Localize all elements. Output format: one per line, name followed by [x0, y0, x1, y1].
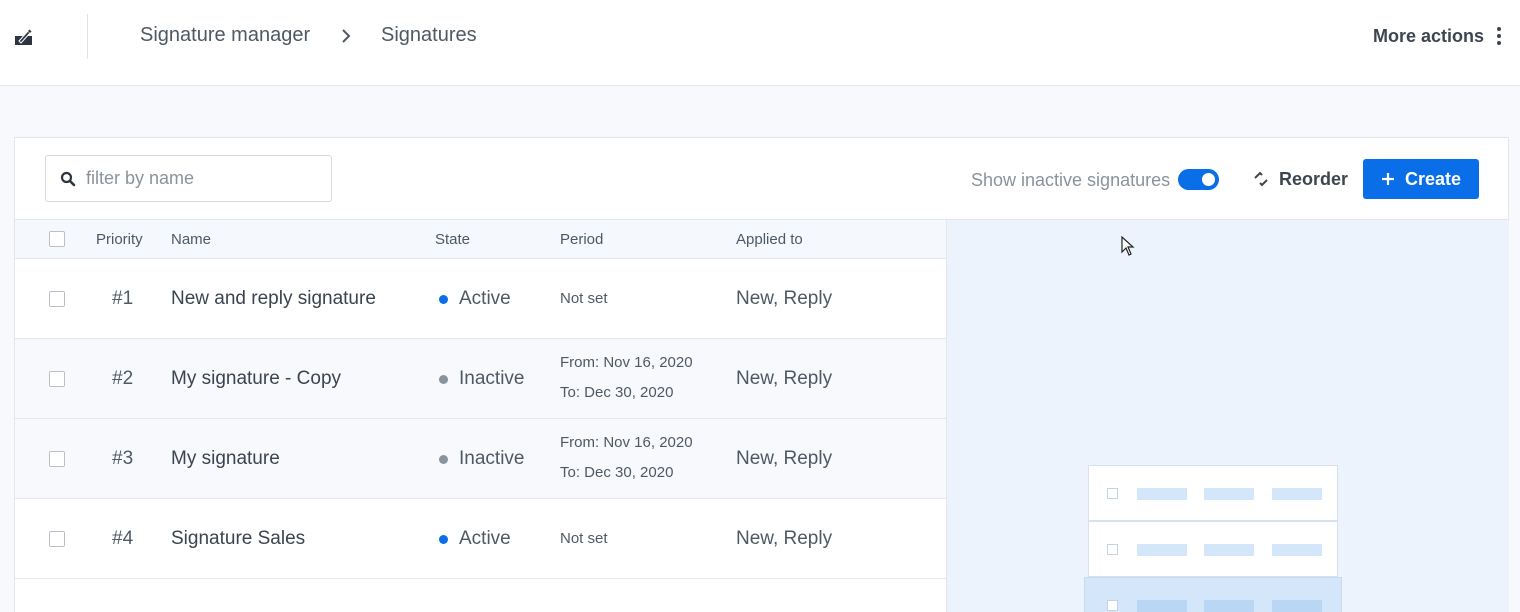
- row-period-from: From: Nov 16, 2020: [560, 434, 693, 451]
- row-priority: #2: [112, 368, 134, 389]
- column-header-applied-to[interactable]: Applied to: [736, 231, 803, 248]
- search-input[interactable]: [86, 168, 306, 189]
- table-row[interactable]: #4 Signature Sales Active Not set New, R…: [15, 499, 946, 579]
- reorder-icon: [1254, 171, 1268, 187]
- more-actions-button[interactable]: More actions: [1373, 22, 1506, 50]
- row-name[interactable]: My signature: [171, 448, 280, 470]
- illustration-row: [1088, 465, 1338, 521]
- table-row[interactable]: #1 New and reply signature Active Not se…: [15, 259, 946, 339]
- search-box[interactable]: [45, 155, 332, 202]
- header-divider: [87, 14, 88, 59]
- row-applied-to: New, Reply: [736, 448, 833, 469]
- status-active-dot: [439, 534, 448, 544]
- show-inactive-label: Show inactive signatures: [971, 170, 1171, 190]
- table-row[interactable]: #2 My signature - Copy Inactive From: No…: [15, 339, 946, 419]
- row-name[interactable]: Signature Sales: [171, 528, 305, 550]
- row-name[interactable]: New and reply signature: [171, 288, 376, 310]
- show-inactive-toggle[interactable]: [1178, 169, 1219, 190]
- row-period: Not set: [560, 290, 608, 307]
- create-label: Create: [1404, 168, 1462, 189]
- search-icon: [60, 171, 76, 186]
- row-state-label: Inactive: [459, 448, 525, 469]
- table-row[interactable]: #3 My signature Inactive From: Nov 16, 2…: [15, 419, 946, 499]
- row-period: Not set: [560, 530, 608, 547]
- row-state-label: Inactive: [459, 368, 525, 389]
- kebab-menu-icon: [1492, 26, 1506, 46]
- row-priority: #4: [112, 528, 134, 549]
- breadcrumb-signatures: Signatures: [381, 24, 477, 46]
- table-header: Priority Name State Period Applied to: [15, 220, 946, 259]
- row-state: Active: [439, 528, 511, 550]
- row-name[interactable]: My signature - Copy: [171, 368, 341, 390]
- status-inactive-dot: [439, 454, 448, 464]
- row-checkbox[interactable]: [49, 291, 65, 307]
- row-applied-to: New, Reply: [736, 528, 833, 549]
- row-state: Active: [439, 288, 511, 310]
- create-button[interactable]: Create: [1363, 159, 1479, 199]
- status-active-dot: [439, 294, 448, 304]
- toggle-knob: [1202, 173, 1215, 186]
- plus-icon: [1381, 173, 1394, 185]
- breadcrumb-signature-manager[interactable]: Signature manager: [140, 24, 310, 47]
- top-bar: Signature manager Signatures More action…: [0, 0, 1520, 86]
- column-header-state[interactable]: State: [435, 231, 470, 248]
- row-applied-to: New, Reply: [736, 288, 833, 309]
- row-period-from: From: Nov 16, 2020: [560, 354, 693, 371]
- column-header-priority[interactable]: Priority: [96, 231, 143, 248]
- signatures-table: Priority Name State Period Applied to #1…: [15, 220, 946, 579]
- select-all-checkbox[interactable]: [49, 231, 65, 247]
- row-priority: #1: [112, 288, 134, 309]
- row-period-to: To: Dec 30, 2020: [560, 464, 674, 481]
- row-state: Inactive: [439, 368, 524, 390]
- row-period-to: To: Dec 30, 2020: [560, 384, 674, 401]
- row-state-label: Active: [459, 528, 511, 549]
- row-applied-to: New, Reply: [736, 368, 833, 389]
- row-checkbox[interactable]: [49, 451, 65, 467]
- column-header-name[interactable]: Name: [171, 231, 211, 248]
- row-priority: #3: [112, 448, 134, 469]
- chevron-right-icon: [342, 29, 351, 43]
- illustration-row: [1088, 521, 1338, 577]
- illustration-row-highlighted: [1084, 577, 1342, 612]
- toolbar: Show inactive signatures Reorder Create: [15, 138, 1508, 220]
- reorder-button[interactable]: Reorder: [1253, 166, 1348, 192]
- more-actions-label: More actions: [1372, 25, 1484, 46]
- row-state: Inactive: [439, 448, 524, 470]
- row-checkbox[interactable]: [49, 371, 65, 387]
- column-header-period[interactable]: Period: [560, 231, 603, 248]
- reorder-label: Reorder: [1279, 168, 1349, 189]
- mouse-cursor-icon: [1121, 236, 1135, 256]
- row-state-label: Active: [459, 288, 511, 309]
- row-checkbox[interactable]: [49, 531, 65, 547]
- status-inactive-dot: [439, 374, 448, 384]
- edit-signature-icon[interactable]: [14, 27, 34, 47]
